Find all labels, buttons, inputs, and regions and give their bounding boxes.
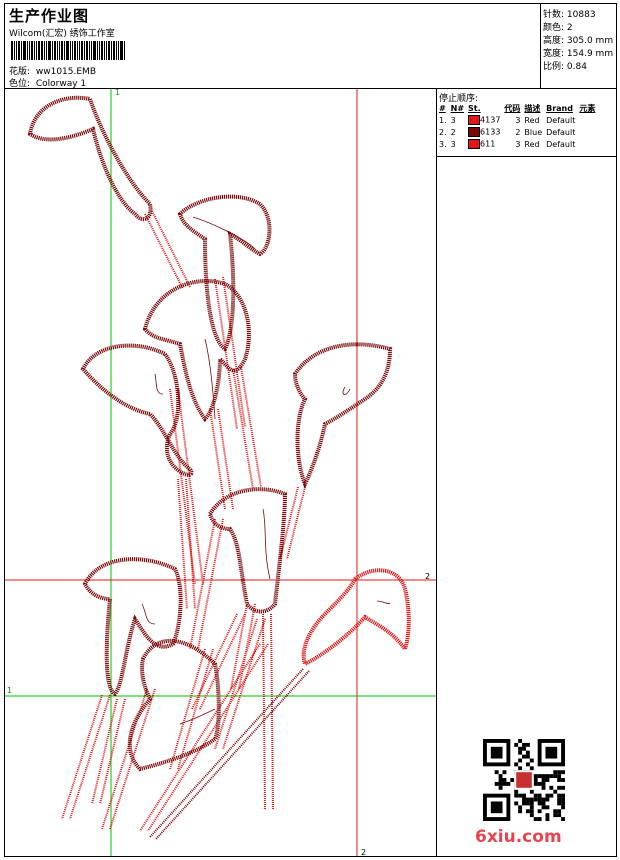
stems [61,210,306,832]
col-element: 元素 [579,103,596,113]
stat-width: 宽度: 154.9 mm [543,49,614,59]
qr-code-icon [483,739,565,821]
dark-stem [149,668,310,840]
col-code: 代码 [504,103,521,113]
guide-label-bottom: 2 [361,848,366,856]
guide-label-top: 1 [115,89,120,97]
barcode [11,41,137,60]
col-desc: 描述 [524,103,541,113]
watermark-logo: 6xiu.com [475,827,562,847]
stat-height: 高度: 305.0 mm [543,36,614,46]
flower-7 [82,557,183,697]
col-n: N# [450,103,465,113]
flower-2 [177,194,272,352]
color-swatch [468,139,481,149]
stat-scale: 比例: 0.84 [543,62,587,72]
col-brand: Brand [546,103,573,113]
page-title: 生产作业图 [9,7,90,25]
sequence-header-row: # N# St. 代码 描述 Brand 元素 [438,102,598,114]
stats-panel: 针数: 10883 颜色: 2 高度: 305.0 mm 宽度: 154.9 m… [540,3,617,89]
guide-label-right: 2 [425,572,430,581]
sequence-table: # N# St. 代码 描述 Brand 元素 1. 3 4137 3 Red … [438,102,598,150]
col-stitches: St. [468,103,481,113]
sequence-row[interactable]: 1. 3 4137 3 Red Default [438,114,598,126]
flower-6 [207,487,288,614]
guide-label-left: 1 [7,686,12,695]
embroidery-design: 1 1 2 2 [5,88,436,857]
company-name: Wilcom(汇宏) 绣饰工作室 [9,29,115,39]
flowers [27,95,393,772]
flower-5 [292,342,393,489]
sequence-row[interactable]: 3. 3 611 3 Red Default [438,138,598,150]
color-swatch [468,127,481,137]
header-panel: 生产作业图 Wilcom(汇宏) 绣饰工作室 花版: ww1015.EMB 色位… [4,3,541,89]
color-swatch [468,115,481,125]
design-canvas[interactable]: 1 1 2 2 [4,88,437,857]
stat-stitches: 针数: 10883 [543,10,596,20]
flower-1 [27,95,153,222]
stop-sequence-panel: 停止顺序: # N# St. 代码 描述 Brand 元素 1. 3 4137 … [436,88,617,157]
notes-panel: 6xiu.com [436,156,617,857]
flower-8 [127,638,221,772]
flower-4 [80,343,194,477]
col-index: # [439,103,446,113]
sequence-row[interactable]: 2. 2 6133 2 Blue Default [438,126,598,138]
flower-red [301,568,411,667]
stat-colors: 颜色: 2 [543,23,573,33]
